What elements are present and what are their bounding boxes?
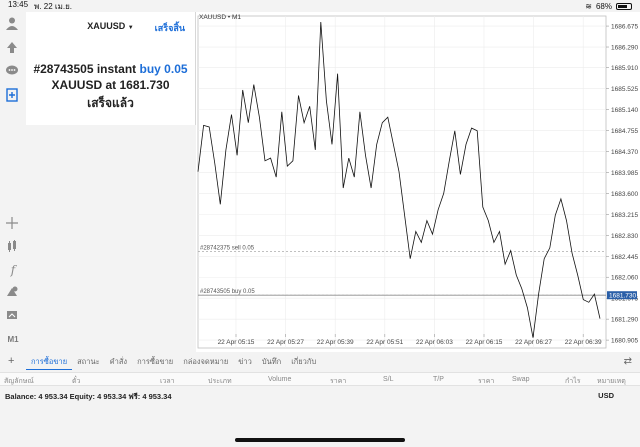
x-tick-label-2: 22 Apr 05:39 xyxy=(317,339,354,346)
column-header-8: ราคา xyxy=(478,378,495,385)
tab-0[interactable]: การซื้อขาย xyxy=(26,354,73,370)
column-header-1: ตั๋ว xyxy=(72,378,81,385)
tab-1[interactable]: สถานะ xyxy=(72,354,105,370)
price-chart[interactable]: 1686.675 1686.290 1685.910 1685.525 1685.140… xyxy=(196,12,640,352)
chevron-down-icon: ▼ xyxy=(127,25,134,31)
y-tick-label-8: 1683.600 xyxy=(611,191,638,198)
y-tick-label-14: 1681.290 xyxy=(611,317,638,324)
trade-arrows-icon[interactable] xyxy=(5,40,21,56)
column-header-7: T/P xyxy=(433,376,444,383)
tab-3[interactable]: การซื้อขาย xyxy=(132,354,178,370)
x-tick-label-6: 22 Apr 06:27 xyxy=(515,339,552,346)
y-tick-label-11: 1682.445 xyxy=(611,254,638,261)
symbol-label: XAUUSD xyxy=(87,21,126,31)
column-header-10: กำไร xyxy=(565,378,581,385)
layout-toggle-icon[interactable]: ⇄ xyxy=(624,356,632,367)
order-level-label-1: #28743505 buy 0.05 xyxy=(200,289,255,295)
x-tick-label-0: 22 Apr 05:15 xyxy=(218,339,255,346)
order-level-label-0: #28742375 sell 0.05 xyxy=(200,246,255,252)
indicators-icon[interactable] xyxy=(5,239,21,255)
current-price-tag: 1681.730 xyxy=(609,293,636,300)
x-tick-label-5: 22 Apr 06:15 xyxy=(466,339,503,346)
tab-5[interactable]: ข่าว xyxy=(233,354,257,370)
order-prefix: #28743505 instant xyxy=(33,62,137,76)
y-tick-label-12: 1682.060 xyxy=(611,275,638,282)
column-header-0: สัญลักษณ์ xyxy=(4,378,34,385)
column-header-11: หมายเหตุ xyxy=(597,378,626,385)
y-tick-label-15: 1680.905 xyxy=(611,338,638,345)
y-tick-label-5: 1684.755 xyxy=(611,128,638,135)
balance-text: Balance: 4 953.34 Equity: 4 953.34 ฟรี: … xyxy=(5,392,172,401)
column-header-6: S/L xyxy=(383,376,394,383)
column-header-4: Volume xyxy=(268,376,292,383)
account-icon[interactable] xyxy=(5,16,21,32)
status-date: พ. 22 เม.ย. xyxy=(34,1,73,11)
x-tick-label-4: 22 Apr 06:03 xyxy=(416,339,453,346)
terminal-tabs: การซื้อขาย สถานะ คำสั่ง การซื้อขาย กล่องจดหม… xyxy=(26,354,640,370)
home-indicator[interactable] xyxy=(235,438,405,442)
y-tick-label-2: 1685.910 xyxy=(611,65,638,72)
column-headers: สัญลักษณ์ ตั๋ว เวลา ประเภท Volume ราคา S/L T/P ร… xyxy=(0,372,640,386)
column-header-2: เวลา xyxy=(160,378,175,385)
add-icon[interactable]: + xyxy=(8,355,14,367)
tab-6[interactable]: บันทึก xyxy=(257,354,286,370)
new-order-icon[interactable] xyxy=(5,88,21,104)
left-toolbar: f M1 xyxy=(0,12,26,372)
balance-currency: USD xyxy=(598,391,614,400)
battery-percent: 68% xyxy=(595,1,612,11)
x-tick-label-3: 22 Apr 05:51 xyxy=(366,339,403,346)
wifi-icon: ≋ xyxy=(585,1,592,11)
order-summary: #28743505 instant buy 0.05 xyxy=(26,62,195,76)
price-series-line xyxy=(197,21,601,338)
function-icon[interactable]: f xyxy=(5,262,21,278)
crosshair-icon[interactable] xyxy=(5,216,21,232)
x-tick-label-1: 22 Apr 05:27 xyxy=(267,339,304,346)
order-status: เสร็จแล้ว xyxy=(87,96,134,110)
symbol-selector[interactable]: XAUUSD ▼ xyxy=(87,21,133,31)
objects-icon[interactable] xyxy=(5,285,21,301)
battery-icon xyxy=(616,2,632,10)
y-tick-label-1: 1686.290 xyxy=(611,45,638,52)
column-header-9: Swap xyxy=(512,376,530,383)
dialog-header: XAUUSD ▼ เสร็จสิ้น xyxy=(26,12,195,40)
timeframe-m1[interactable]: M1 xyxy=(5,331,21,347)
y-tick-label-10: 1682.830 xyxy=(611,233,638,240)
chat-icon[interactable] xyxy=(5,64,21,80)
column-header-3: ประเภท xyxy=(208,378,232,385)
y-tick-label-3: 1685.525 xyxy=(611,86,638,93)
balance-bar: Balance: 4 953.34 Equity: 4 953.34 ฟรี: … xyxy=(0,388,640,402)
chart-title: XAUUSD • M1 xyxy=(199,14,242,21)
y-tick-label-4: 1685.140 xyxy=(611,107,638,114)
tab-4[interactable]: กล่องจดหมาย xyxy=(178,354,233,370)
chart-svg: 1686.675 1686.290 1685.910 1685.525 1685.140… xyxy=(197,15,638,349)
y-tick-label-9: 1683.215 xyxy=(611,212,638,219)
tab-7[interactable]: เกี่ยวกับ xyxy=(286,354,321,370)
order-price: XAUUSD at 1681.730 xyxy=(51,78,170,92)
status-right: ≋ 68% xyxy=(585,2,632,11)
y-tick-label-0: 1686.675 xyxy=(611,24,638,31)
x-tick-label-7: 22 Apr 06:39 xyxy=(565,339,602,346)
column-header-5: ราคา xyxy=(330,378,347,385)
y-tick-label-7: 1683.985 xyxy=(611,170,638,177)
tab-2[interactable]: คำสั่ง xyxy=(105,354,132,370)
templates-icon[interactable] xyxy=(5,308,21,324)
battery-fill xyxy=(618,4,627,8)
done-button[interactable]: เสร็จสิ้น xyxy=(155,21,185,35)
status-time: 13:45 xyxy=(8,0,29,9)
dialog-body: #28743505 instant buy 0.05 XAUUSD at 168… xyxy=(26,40,195,113)
status-bar: 13:45 พ. 22 เม.ย. ≋ 68% xyxy=(0,0,640,12)
order-action: buy 0.05 xyxy=(139,62,188,76)
y-tick-label-6: 1684.370 xyxy=(611,149,638,156)
status-left: 13:45 พ. 22 เม.ย. xyxy=(8,0,72,13)
order-result-panel: XAUUSD ▼ เสร็จสิ้น #28743505 instant buy… xyxy=(26,12,196,125)
